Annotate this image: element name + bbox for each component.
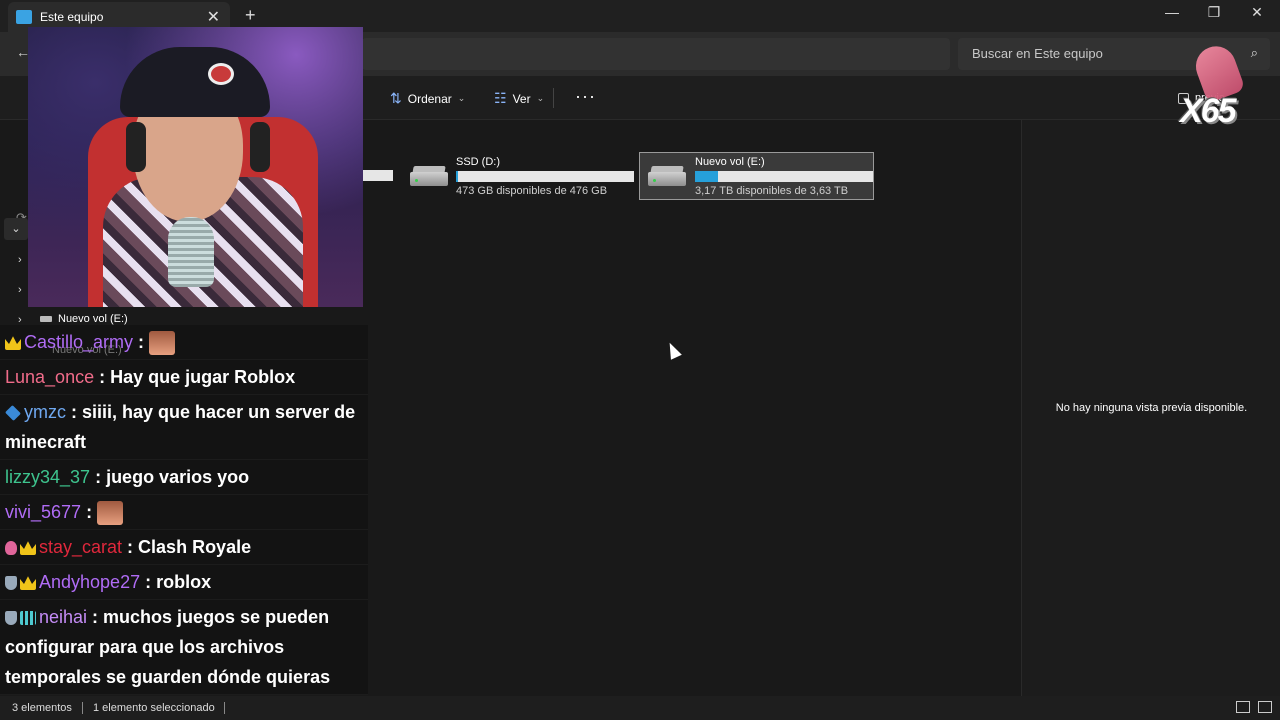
chat-text: roblox: [156, 572, 212, 592]
search-icon[interactable]: ⌕: [1251, 45, 1258, 61]
item-count: 3 elementos: [12, 702, 72, 714]
divider: [224, 702, 225, 714]
computer-icon: [16, 10, 32, 24]
address-bar[interactable]: [362, 38, 950, 70]
heart-badge-icon: [5, 541, 17, 556]
chevron-down-icon: ⌄: [536, 93, 545, 103]
hard-drive-icon: [410, 166, 448, 186]
webcam-overlay: [28, 27, 363, 307]
view-button[interactable]: ☷ Ver ⌄: [494, 90, 544, 107]
details-view-icon[interactable]: [1236, 701, 1250, 713]
drive-name: SSD (D:): [456, 155, 500, 168]
chat-username[interactable]: Andyhope27: [39, 572, 140, 592]
chat-username[interactable]: vivi_5677: [5, 502, 81, 522]
search-placeholder: Buscar en Este equipo: [972, 46, 1103, 61]
no-preview-message: No hay ninguna vista previa disponible.: [1055, 402, 1248, 414]
tiles-view-icon[interactable]: [1258, 701, 1272, 713]
nav-expander[interactable]: ⌄: [4, 218, 28, 240]
tab-title: Este equipo: [40, 10, 104, 24]
drive-tile[interactable]: SSD (D:) 473 GB disponibles de 476 GB: [402, 152, 634, 200]
drive-name: Nuevo vol (E:): [695, 155, 765, 168]
cube-badge-icon: [5, 405, 21, 422]
chevron-right-icon[interactable]: ›: [18, 254, 22, 266]
chat-username[interactable]: neihai: [39, 607, 87, 627]
chat-message: vivi_5677 :: [0, 495, 368, 530]
sort-icon: ⇅: [390, 90, 402, 106]
grid-badge-icon: [20, 611, 36, 626]
multiplier-counter: X65: [1180, 92, 1236, 130]
chat-text: Hay que jugar Roblox: [110, 367, 296, 387]
chat-username[interactable]: stay_carat: [39, 537, 122, 557]
shield-badge-icon: [5, 576, 17, 591]
status-bar: 3 elementos 1 elemento seleccionado: [0, 696, 1280, 720]
drive-usage-bar: [362, 170, 393, 181]
chat-text: juego varios yoo: [106, 467, 250, 487]
emote-icon: [97, 501, 124, 526]
chat-message: stay_carat : Clash Royale: [0, 530, 368, 565]
file-list: SSD (D:) 473 GB disponibles de 476 GB Nu…: [362, 120, 1020, 696]
tab-close-icon[interactable]: ✕: [207, 7, 220, 27]
minimize-button[interactable]: —: [1157, 4, 1187, 20]
maximize-button[interactable]: ❐: [1199, 4, 1229, 21]
chevron-down-icon: ⌄: [457, 93, 466, 103]
close-button[interactable]: ✕: [1242, 4, 1272, 21]
chat-message: Luna_once : Hay que jugar Roblox: [0, 360, 368, 395]
shield-badge-icon: [5, 611, 17, 626]
drive-icon: [40, 316, 52, 322]
drive-usage-bar: [456, 170, 634, 182]
emote-icon: [149, 331, 176, 356]
hard-drive-icon: [648, 166, 687, 186]
chevron-right-icon[interactable]: ›: [18, 284, 22, 296]
selection-count: 1 elemento seleccionado: [93, 702, 215, 714]
drive-usage-bar: [695, 170, 873, 182]
chat-message: ymzc : siiii, hay que hacer un server de…: [0, 395, 368, 460]
chat-message: Castillo_army :: [0, 325, 368, 360]
chat-username[interactable]: lizzy34_37: [5, 467, 90, 487]
view-label: Ver: [512, 91, 531, 106]
crown-badge-icon: [20, 541, 36, 556]
crown-badge-icon: [20, 576, 36, 591]
chat-message: Andyhope27 : roblox: [0, 565, 368, 600]
crown-badge-icon: [5, 336, 21, 351]
preview-pane: No hay ninguna vista previa disponible.: [1021, 120, 1280, 696]
new-tab-button[interactable]: +: [245, 5, 256, 26]
chat-text: Clash Royale: [138, 537, 252, 557]
chat-overlay: Nuevo vol (E:) Castillo_army : Luna_once…: [0, 325, 368, 695]
sort-button[interactable]: ⇅ Ordenar ⌄: [390, 90, 465, 107]
divider: [553, 88, 554, 108]
drive-tile[interactable]: Nuevo vol (E:) 3,17 TB disponibles de 3,…: [639, 152, 874, 200]
chat-username[interactable]: ymzc: [24, 402, 66, 422]
chat-message: neihai : muchos juegos se pueden configu…: [0, 600, 368, 695]
drive-free-space: 3,17 TB disponibles de 3,63 TB: [695, 184, 849, 197]
drive-free-space: 473 GB disponibles de 476 GB: [456, 184, 608, 197]
more-options-button[interactable]: ···: [575, 86, 596, 107]
divider: [82, 702, 83, 714]
sidebar-item-nuevo-vol[interactable]: Nuevo vol (E:): [40, 313, 128, 325]
sort-label: Ordenar: [407, 91, 452, 106]
chat-message: lizzy34_37 : juego varios yoo: [0, 460, 368, 495]
sidebar-item-label: Nuevo vol (E:): [58, 313, 128, 325]
chat-username[interactable]: Luna_once: [5, 367, 94, 387]
view-icon: ☷: [494, 90, 507, 106]
chat-username[interactable]: Castillo_army: [24, 332, 133, 352]
